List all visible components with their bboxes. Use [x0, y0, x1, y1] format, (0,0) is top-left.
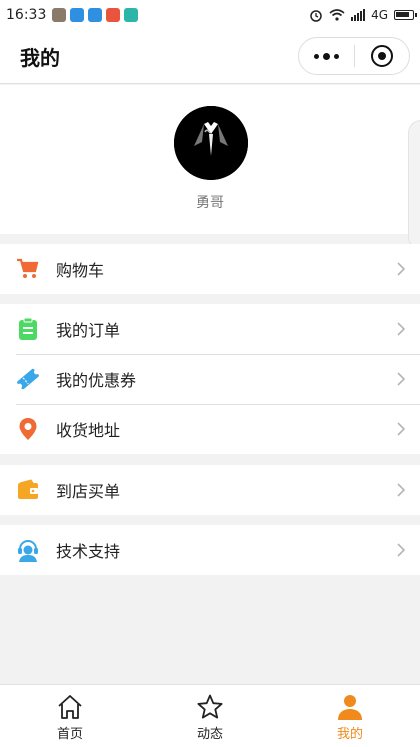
- alarm-icon: [310, 10, 322, 22]
- menu-item-label: 我的订单: [56, 321, 121, 340]
- location-pin-icon: [16, 417, 40, 441]
- menu-item-support[interactable]: 技术支持: [0, 525, 420, 575]
- signal-icon: [351, 9, 366, 21]
- tab-home[interactable]: 首页: [0, 685, 140, 747]
- side-drawer-handle[interactable]: [408, 120, 420, 250]
- status-bar: 16:33 4G: [0, 0, 420, 30]
- menu-item-orders[interactable]: 我的订单: [0, 304, 420, 354]
- coupon-ticket-icon: [16, 367, 40, 391]
- tab-mine[interactable]: 我的: [280, 685, 420, 747]
- menu-item-address[interactable]: 收货地址: [0, 404, 420, 454]
- wallet-icon: [16, 478, 40, 502]
- page-title: 我的: [20, 46, 60, 70]
- more-dot-icon: [314, 53, 319, 59]
- notification-message-icon: [88, 8, 103, 22]
- avatar-suit-icon: [174, 106, 248, 180]
- avatar[interactable]: [174, 106, 248, 180]
- chevron-right-icon: [397, 543, 406, 557]
- menu-item-cart[interactable]: 购物车: [0, 244, 420, 294]
- chevron-right-icon: [397, 483, 406, 497]
- tab-label: 我的: [336, 727, 363, 742]
- close-target-icon: [370, 45, 393, 67]
- chevron-right-icon: [397, 262, 406, 276]
- menu-item-label: 到店买单: [56, 482, 121, 501]
- menu-group-store-pay: 到店买单: [0, 465, 420, 515]
- profile-section: 勇哥: [0, 85, 420, 250]
- person-icon: [338, 695, 362, 720]
- battery-icon: [394, 10, 417, 20]
- menu-item-store-pay[interactable]: 到店买单: [0, 465, 420, 515]
- notification-app-icon: [52, 8, 67, 22]
- close-mini-program-button[interactable]: [355, 38, 409, 74]
- menu-group-support: 技术支持: [0, 525, 420, 575]
- shopping-cart-icon: [16, 257, 40, 281]
- menu-group-cart: 购物车: [0, 244, 420, 294]
- username: 勇哥: [196, 195, 224, 211]
- network-type: 4G: [371, 8, 388, 22]
- status-time: 16:33: [6, 7, 47, 23]
- tab-label: 首页: [56, 727, 83, 742]
- chevron-right-icon: [397, 372, 406, 386]
- bottom-tab-bar: 首页 动态 我的: [0, 684, 420, 747]
- chevron-right-icon: [397, 422, 406, 436]
- notification-scan-icon: [124, 8, 139, 22]
- wifi-icon: [329, 9, 345, 21]
- mini-program-capsule: [298, 37, 410, 75]
- chevron-right-icon: [397, 322, 406, 336]
- menu-item-label: 购物车: [56, 261, 105, 280]
- menu-item-label: 收货地址: [56, 421, 121, 440]
- status-right: 4G: [309, 8, 417, 22]
- menu-group-orders: 我的订单 我的优惠券 收货地址: [0, 304, 420, 454]
- menu-item-coupons[interactable]: 我的优惠券: [0, 354, 420, 404]
- tab-label: 动态: [196, 727, 223, 742]
- menu-item-label: 我的优惠券: [56, 371, 137, 390]
- star-icon: [197, 694, 223, 719]
- more-dot-icon: [334, 53, 339, 59]
- notification-message-icon: [70, 8, 85, 22]
- nav-bar: 我的: [0, 30, 420, 84]
- more-options-button[interactable]: [299, 38, 354, 74]
- home-icon: [58, 695, 82, 719]
- notification-app-icon: [106, 8, 121, 22]
- clipboard-icon: [16, 317, 40, 341]
- tab-feed[interactable]: 动态: [140, 685, 280, 747]
- menu-item-label: 技术支持: [56, 542, 121, 561]
- more-dot-icon: [323, 52, 330, 60]
- headset-support-icon: [16, 538, 40, 562]
